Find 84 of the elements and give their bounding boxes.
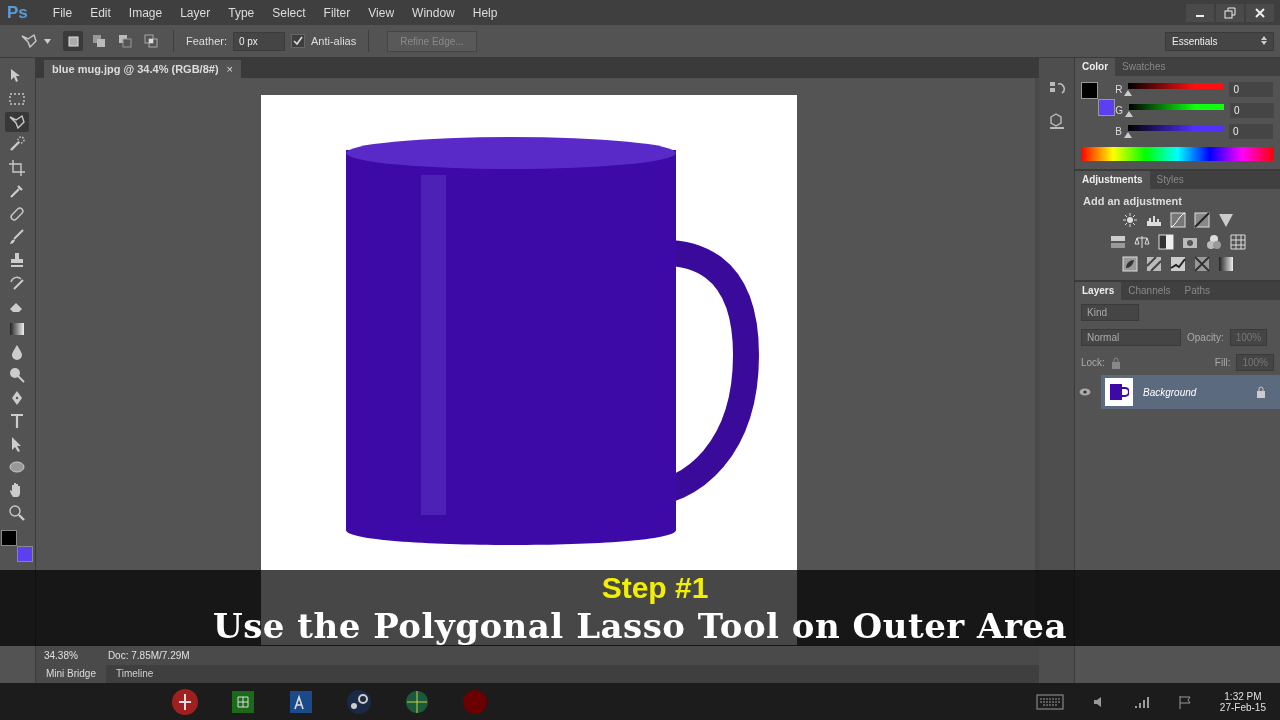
channel-value-field[interactable]: 0 [1229, 82, 1274, 97]
polygonal-lasso-icon[interactable] [5, 112, 30, 132]
menu-item[interactable]: Edit [81, 5, 120, 20]
workspace-dropdown[interactable]: Essentials [1165, 31, 1274, 51]
hourglass-square-icon[interactable] [1193, 256, 1210, 272]
channel-label: B [1115, 126, 1122, 137]
channel-label: G [1115, 105, 1123, 116]
flag-icon[interactable] [1177, 694, 1192, 709]
anti-alias-checkbox[interactable] [290, 34, 305, 48]
menu-item[interactable]: Window [403, 5, 464, 20]
lock-label: Lock: [1081, 357, 1105, 368]
panel-tab[interactable]: Color [1075, 58, 1116, 76]
slider-thumb[interactable] [1124, 89, 1133, 96]
channel-label: R [1115, 84, 1123, 95]
menu-item[interactable]: File [43, 5, 82, 20]
slider-thumb[interactable] [1123, 131, 1132, 138]
taskbar-date: 27-Feb-15 [1219, 701, 1266, 713]
menu-item[interactable]: Layer [171, 5, 220, 20]
cube-icon[interactable] [1047, 112, 1066, 130]
anti-alias-label: Anti-alias [310, 35, 357, 47]
keyboard-icon[interactable] [1035, 693, 1064, 710]
document-tab[interactable]: blue mug.jpg @ 34.4% (RGB/8#) × [43, 60, 241, 78]
panel-tab[interactable]: Layers [1075, 282, 1122, 300]
foreground-color-swatch[interactable] [1081, 82, 1098, 99]
scales-icon[interactable] [1133, 234, 1150, 250]
zoom-level: 34.38% [43, 649, 78, 661]
background-color-swatch[interactable] [1098, 99, 1115, 116]
opacity-label: Opacity: [1187, 332, 1224, 343]
polygonal-lasso-icon[interactable] [20, 32, 38, 50]
menu-item[interactable]: Image [119, 5, 172, 20]
sun-icon[interactable] [1121, 212, 1138, 228]
menu-item[interactable]: Select [263, 5, 315, 20]
stripes-square-icon[interactable] [1145, 256, 1162, 272]
feather-label: Feather: [186, 35, 227, 47]
menu-item[interactable]: View [359, 5, 404, 20]
selection-mode-button[interactable] [141, 31, 161, 51]
tab-close-button[interactable]: × [226, 63, 233, 75]
three-circles-icon[interactable] [1205, 234, 1222, 250]
menu-item[interactable]: Type [219, 5, 264, 20]
blend-mode-dropdown[interactable]: Normal [1081, 329, 1181, 346]
menu-item[interactable]: Filter [314, 5, 360, 20]
minimize-icon[interactable] [1186, 3, 1214, 22]
triangle-icon[interactable] [1217, 212, 1234, 228]
panel-tab[interactable]: Timeline [106, 665, 164, 683]
signal-icon[interactable] [1133, 694, 1150, 709]
menu-item[interactable]: Help [463, 5, 507, 20]
selection-mode-button[interactable] [63, 31, 83, 51]
layer-filter-dropdown[interactable]: Kind [1081, 304, 1139, 321]
zigzag-square-icon[interactable] [1169, 256, 1186, 272]
document-size: Doc: 7.85M/7.29M [107, 649, 190, 661]
color-spectrum[interactable] [1081, 147, 1274, 161]
layer-thumbnail [1105, 378, 1133, 406]
feather-input[interactable]: 0 px [232, 31, 285, 51]
panel-tab[interactable]: Mini Bridge [35, 665, 106, 683]
overlapping-squares-icon [144, 34, 158, 48]
close-icon[interactable] [1246, 3, 1274, 22]
caption-title: Use the Polygonal Lasso Tool on Outer Area [213, 606, 1067, 646]
half-square-icon[interactable] [1157, 234, 1174, 250]
channel-value-field[interactable]: 0 [1230, 103, 1274, 118]
eye-icon[interactable] [1079, 388, 1091, 396]
background-color-swatch[interactable] [17, 546, 34, 562]
app-logo: Ps [7, 2, 28, 23]
lock-icon[interactable] [1256, 386, 1266, 398]
overlapping-squares-icon [66, 34, 80, 48]
overlapping-squares-icon [118, 34, 132, 48]
up-down-arrows-icon [1261, 35, 1267, 45]
curve-graph-icon[interactable] [1169, 212, 1186, 228]
diagonal-square-icon[interactable] [1193, 212, 1210, 228]
step-label: Step #1 [601, 572, 709, 604]
channel-value-field[interactable]: 0 [1228, 124, 1273, 139]
fill-label: Fill: [1214, 357, 1231, 368]
restore-icon[interactable] [1216, 3, 1244, 22]
overlapping-squares-icon [92, 34, 106, 48]
gradient-bars-icon[interactable] [1109, 234, 1126, 250]
leaf-square-icon[interactable] [1121, 256, 1138, 272]
layer-name[interactable]: Background [1143, 386, 1246, 398]
gradient-square-icon[interactable] [1217, 256, 1234, 272]
panel-tab[interactable]: Adjustments [1075, 171, 1150, 189]
grid-icon[interactable] [1229, 234, 1246, 250]
slider-thumb[interactable] [1125, 110, 1133, 117]
foreground-color-swatch[interactable] [1, 530, 18, 546]
caret-icon[interactable] [44, 38, 51, 44]
taskbar-time: 1:32 PM [1224, 690, 1262, 702]
panel-heading: Add an adjustment [1082, 194, 1183, 209]
